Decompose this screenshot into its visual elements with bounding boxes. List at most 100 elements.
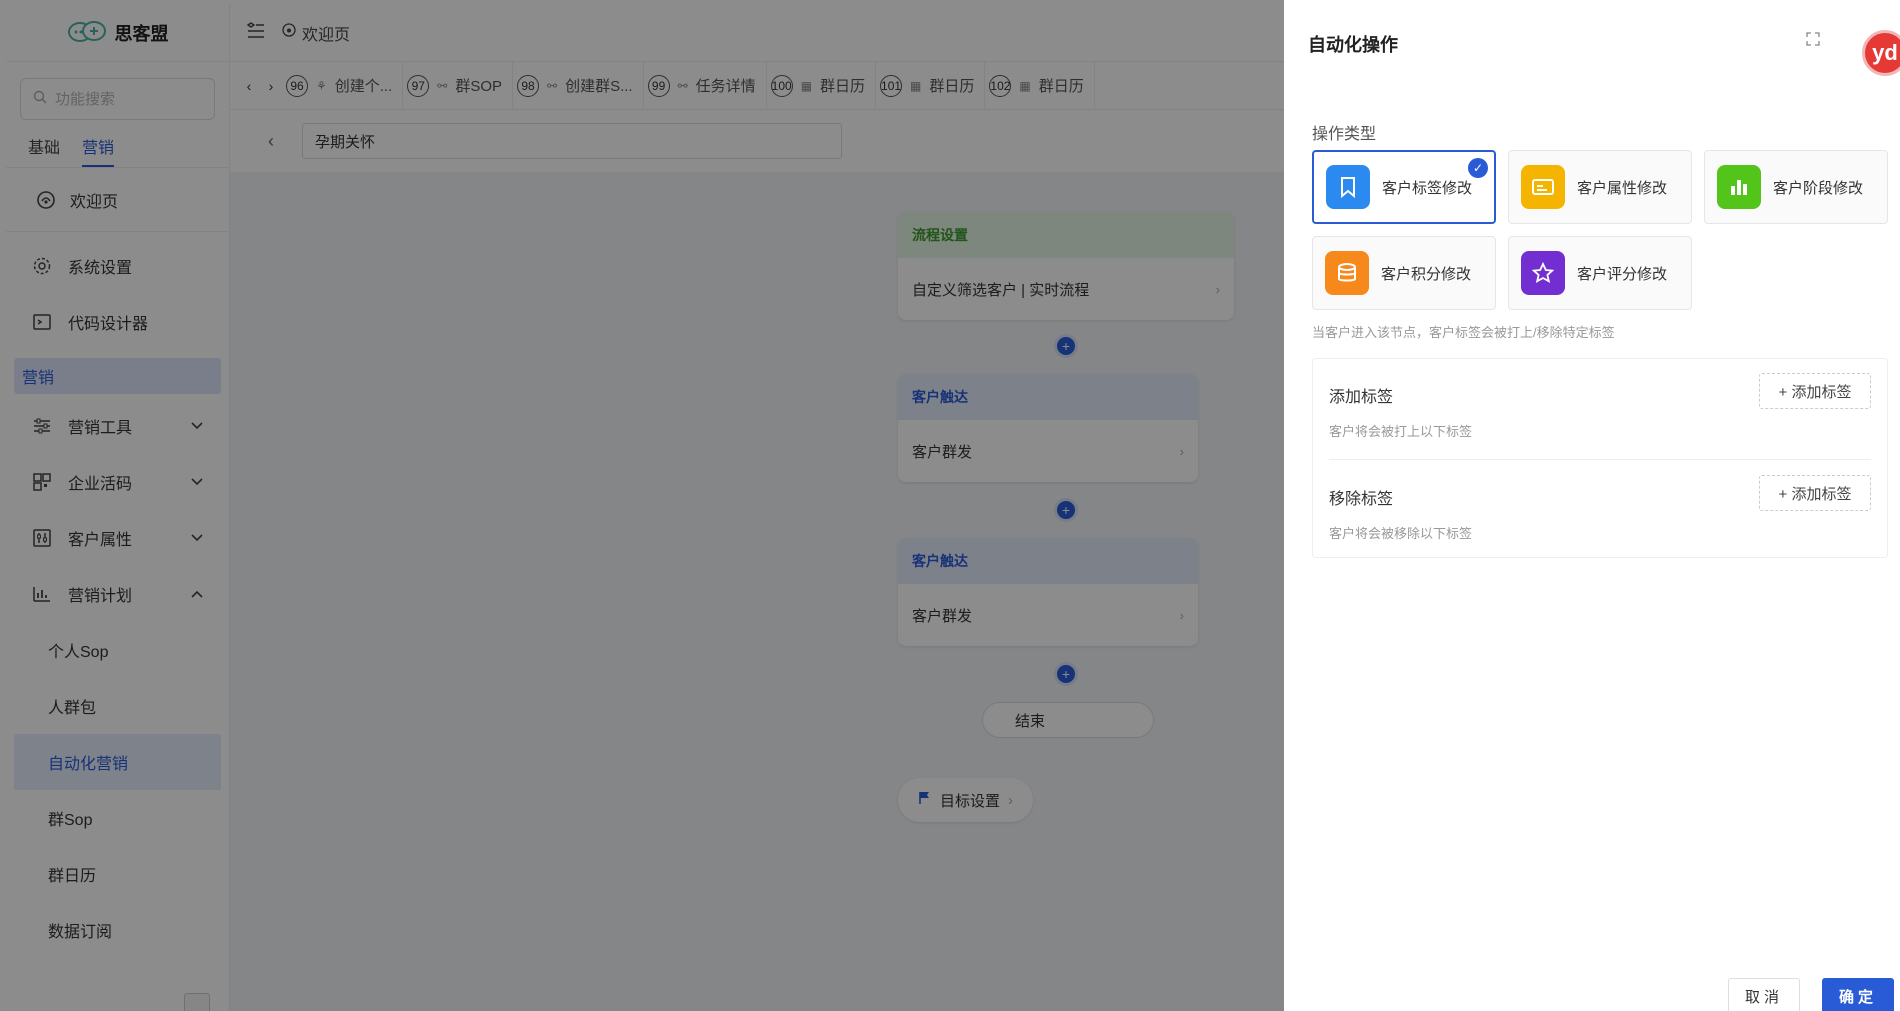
add-node-button[interactable]: + xyxy=(1054,334,1078,358)
flow-title-input[interactable]: 孕期关怀 xyxy=(302,123,842,159)
search-icon xyxy=(33,90,47,108)
goal-setting-button[interactable]: 目标设置 › xyxy=(898,778,1034,822)
add-node-button[interactable]: + xyxy=(1054,662,1078,686)
add-tag-button[interactable]: + 添加标签 xyxy=(1759,373,1871,409)
tab-label: 群日历 xyxy=(929,78,975,95)
automation-drawer: 自动化操作 yd 操作类型 客户标签修改 ✓ 客户属性修改 客户阶段修改 客户积… xyxy=(1284,0,1900,1011)
tab-basic[interactable]: 基础 xyxy=(28,134,60,167)
tab-label: 创建群S... xyxy=(565,78,633,95)
nav-marketing-plan[interactable]: 营销计划 xyxy=(6,566,229,622)
calendar-icon: ▦ xyxy=(1019,78,1031,93)
search-input[interactable] xyxy=(55,90,215,108)
page-tab[interactable]: 98 ⚯ 创建群S... xyxy=(513,62,644,109)
page-tab[interactable]: 96 ⚘ 创建个... xyxy=(282,62,404,109)
tab-number: 96 xyxy=(286,74,308,97)
tabs-next-icon[interactable]: › xyxy=(260,78,282,94)
chevron-up-icon xyxy=(191,587,203,601)
chevron-right-icon: › xyxy=(1008,791,1014,809)
home-icon xyxy=(36,190,56,210)
op-label: 客户属性修改 xyxy=(1577,179,1668,197)
page-tab[interactable]: 101 ▦ 群日历 xyxy=(876,62,986,109)
tab-label: 群日历 xyxy=(820,78,866,95)
divider xyxy=(1329,459,1871,460)
remove-tag-title: 移除标签 xyxy=(1329,491,1394,508)
nav-group-marketing[interactable]: 营销 xyxy=(14,358,221,394)
sliders-icon xyxy=(32,416,52,436)
breadcrumb-label: 欢迎页 xyxy=(302,26,351,44)
customer-reach-card[interactable]: 客户触达 客户群发 › xyxy=(898,538,1198,646)
page-tab[interactable]: 97 ⚯ 群SOP xyxy=(403,62,514,109)
tab-marketing[interactable]: 营销 xyxy=(82,134,115,167)
op-label: 客户阶段修改 xyxy=(1773,179,1864,197)
customer-reach-card[interactable]: 客户触达 客户群发 › xyxy=(898,374,1198,482)
sub-automation-marketing[interactable]: 自动化营销 xyxy=(14,734,221,790)
page-tab[interactable]: 102 ▦ 群日历 xyxy=(985,62,1095,109)
sidebar-collapse-button[interactable] xyxy=(184,993,210,1011)
tabs-prev-icon[interactable]: ‹ xyxy=(238,78,260,94)
sub-personal-sop[interactable]: 个人Sop xyxy=(6,622,229,678)
card-body: 客户群发 › xyxy=(898,584,1198,646)
home-icon xyxy=(282,23,296,42)
id-card-icon xyxy=(1521,165,1565,209)
tab-label: 群SOP xyxy=(455,78,503,95)
confirm-button[interactable]: 确定 xyxy=(1822,978,1894,1011)
tab-label: 创建个... xyxy=(334,78,393,95)
menu-fold-icon[interactable] xyxy=(246,21,266,44)
nav-customer-attributes[interactable]: 客户属性 xyxy=(6,510,229,566)
tab-number: 97 xyxy=(407,74,430,97)
end-node[interactable]: 结束 xyxy=(982,702,1154,738)
feature-search[interactable] xyxy=(20,78,215,120)
nav-welcome[interactable]: 欢迎页 xyxy=(6,168,229,232)
add-tag-title: 添加标签 xyxy=(1329,389,1394,406)
gear-icon xyxy=(32,256,52,276)
tab-label: 任务详情 xyxy=(695,78,756,95)
chevron-right-icon: › xyxy=(1215,281,1220,297)
sub-audience-pack[interactable]: 人群包 xyxy=(6,678,229,734)
nav-code-designer[interactable]: 代码设计器 xyxy=(6,294,229,350)
card-header: 客户触达 xyxy=(898,374,1198,420)
sidebar: 思客盟 基础 营销 欢迎页 系统设置 代码设计器 营销 营销工具 xyxy=(6,4,230,1011)
op-stage-modify[interactable]: 客户阶段修改 xyxy=(1704,150,1888,224)
qrcode-icon xyxy=(32,472,52,492)
nav-label: 营销工具 xyxy=(68,420,133,437)
breadcrumb[interactable]: 欢迎页 xyxy=(282,21,350,45)
flow-icon: ⚯ xyxy=(437,78,448,93)
nav-enterprise-qrcode[interactable]: 企业活码 xyxy=(6,454,229,510)
chevron-down-icon xyxy=(191,531,203,545)
card-body: 自定义筛选客户 | 实时流程 › xyxy=(898,258,1234,320)
nav-marketing-tools[interactable]: 营销工具 xyxy=(6,398,229,454)
page-tab[interactable]: 99 ⚯ 任务详情 xyxy=(644,62,767,109)
op-tag-modify[interactable]: 客户标签修改 ✓ xyxy=(1312,150,1496,224)
check-icon: ✓ xyxy=(1468,158,1488,178)
logo-chat-icon xyxy=(67,20,107,46)
bar-chart-icon xyxy=(32,584,52,604)
app-logo[interactable]: 思客盟 xyxy=(6,4,229,62)
cancel-button[interactable]: 取消 xyxy=(1728,978,1800,1011)
op-points-modify[interactable]: 客户积分修改 xyxy=(1312,236,1496,310)
fullscreen-icon[interactable] xyxy=(1806,32,1822,48)
page-tab[interactable]: 100 ▦ 群日历 xyxy=(767,62,877,109)
tab-number: 98 xyxy=(517,74,540,97)
add-tag-desc: 客户将会被打上以下标签 xyxy=(1329,424,1473,439)
flow-setting-card[interactable]: 流程设置 自定义筛选客户 | 实时流程 › xyxy=(898,212,1234,320)
card-header: 客户触达 xyxy=(898,538,1198,584)
nav-label: 代码设计器 xyxy=(68,316,149,333)
sub-group-sop[interactable]: 群Sop xyxy=(6,790,229,846)
op-score-modify[interactable]: 客户评分修改 xyxy=(1508,236,1692,310)
op-attribute-modify[interactable]: 客户属性修改 xyxy=(1508,150,1692,224)
user-avatar[interactable]: yd xyxy=(1862,30,1900,76)
tab-number: 100 xyxy=(770,74,793,97)
bookmark-icon xyxy=(1326,165,1370,209)
nav-label: 客户属性 xyxy=(68,532,133,549)
remove-tag-add-button[interactable]: + 添加标签 xyxy=(1759,475,1871,511)
tag-settings-box: 添加标签 + 添加标签 客户将会被打上以下标签 移除标签 + 添加标签 客户将会… xyxy=(1312,358,1888,558)
sub-data-subscription[interactable]: 数据订阅 xyxy=(6,902,229,958)
nav-welcome-label: 欢迎页 xyxy=(70,193,119,211)
back-icon[interactable]: ‹ xyxy=(268,131,274,152)
calendar-icon: ▦ xyxy=(910,78,922,93)
add-node-button[interactable]: + xyxy=(1054,498,1078,522)
nav-system-settings[interactable]: 系统设置 xyxy=(6,238,229,294)
adjust-icon xyxy=(32,528,52,548)
terminal-icon xyxy=(32,312,52,332)
sub-group-calendar[interactable]: 群日历 xyxy=(6,846,229,902)
